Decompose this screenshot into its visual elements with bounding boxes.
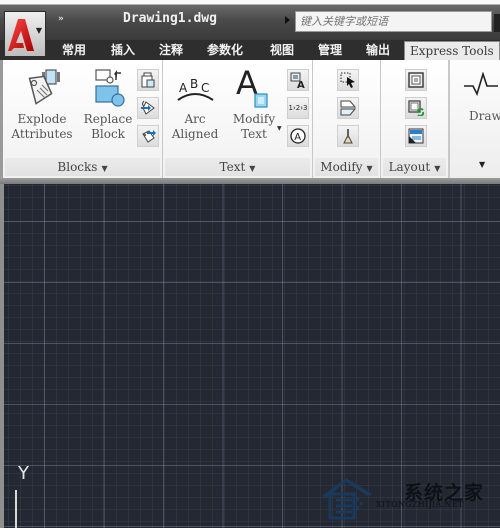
tab-home[interactable]: 常用 xyxy=(62,42,86,58)
modify-text-label-1: Modify xyxy=(232,112,276,126)
arc-aligned-glyph-c: C xyxy=(201,81,209,95)
break-line-icon xyxy=(343,129,353,144)
autocad-logo-icon xyxy=(8,19,34,51)
tab-express-tools[interactable]: Express Tools xyxy=(404,41,500,61)
modify-text-button[interactable]: A Modify Text xyxy=(227,64,281,142)
move-copy-rotate-icon xyxy=(340,72,355,88)
block-import-icon xyxy=(142,130,156,143)
panel-modify-label: Modify xyxy=(320,160,363,174)
ribbon: Explode Attributes Replace Block Blocks … xyxy=(0,60,500,178)
remote-text-icon: A xyxy=(290,72,305,88)
panel-blocks-title[interactable]: Blocks ▼ xyxy=(5,158,160,176)
ucs-y-axis-line xyxy=(15,490,17,528)
list-viewport-scale-button[interactable] xyxy=(405,125,427,147)
panel-text-label: Text xyxy=(219,160,246,174)
panel-text-title[interactable]: Text ▼ xyxy=(165,158,310,176)
application-menu-button[interactable]: ▼ xyxy=(4,11,46,57)
panel-text: A B C Arc Aligned A Modify Text ▼ A 1›2›… xyxy=(163,60,313,178)
enclose-text-icon: A xyxy=(290,128,306,144)
tab-insert[interactable]: 插入 xyxy=(111,42,135,58)
panel-modify-caret-icon: ▼ xyxy=(366,164,373,173)
enclose-text-button[interactable]: A xyxy=(287,125,309,147)
explode-attributes-button[interactable]: Explode Attributes xyxy=(9,66,75,142)
remote-text-button[interactable]: A xyxy=(287,69,309,91)
auto-number-button[interactable]: 1›2›3 xyxy=(287,97,309,119)
panel-layout-label: Layout xyxy=(388,160,431,174)
tab-annotate[interactable]: 注释 xyxy=(159,42,183,58)
tab-parametric[interactable]: 参数化 xyxy=(207,42,243,58)
explode-attributes-icon xyxy=(9,66,75,112)
block-export-button[interactable] xyxy=(137,97,159,119)
break-line-button[interactable] xyxy=(337,125,359,147)
arc-aligned-label-1: Arc xyxy=(184,112,206,126)
panel-draw-label: Draw xyxy=(469,109,500,123)
stretch-multiple-button[interactable] xyxy=(337,97,359,119)
panel-blocks-caret-icon: ▼ xyxy=(101,164,108,173)
svg-text:A: A xyxy=(294,132,301,143)
replace-block-button[interactable]: Replace Block xyxy=(81,66,135,142)
modify-text-label-2: Text xyxy=(241,127,267,141)
ucs-y-axis-label: Y xyxy=(18,463,29,484)
copy-nested-button[interactable] xyxy=(137,69,159,91)
arc-aligned-text-icon: A B C xyxy=(167,66,223,112)
tab-view[interactable]: 视图 xyxy=(270,42,294,58)
title-bar: » Drawing1.dwg xyxy=(0,0,500,40)
arc-aligned-glyph-a: A xyxy=(179,81,188,95)
copy-nested-icon xyxy=(141,72,155,88)
panel-layout-caret-icon: ▼ xyxy=(434,164,441,173)
panel-modify: Modify ▼ xyxy=(313,60,381,178)
auto-number-icon: 1›2›3 xyxy=(288,104,308,112)
panel-text-caret-icon: ▼ xyxy=(249,164,256,173)
watermark-url: XITONGZHIJIA.NET xyxy=(376,500,464,509)
move-copy-rotate-button[interactable] xyxy=(337,69,359,91)
list-viewport-scale-icon xyxy=(408,128,424,144)
app-menu-caret-icon: ▼ xyxy=(35,26,42,35)
synchronize-viewports-icon xyxy=(408,100,424,116)
align-space-button[interactable] xyxy=(405,69,427,91)
ribbon-tab-bar: 常用 插入 注释 参数化 视图 管理 输出 Express Tools xyxy=(0,40,500,61)
quick-access-overflow-icon[interactable]: » xyxy=(58,14,64,24)
replace-block-label-1: Replace xyxy=(83,112,133,126)
panel-draw-caret-icon[interactable]: ▼ xyxy=(479,160,485,169)
panel-blocks: Explode Attributes Replace Block Blocks … xyxy=(3,60,163,178)
block-export-icon xyxy=(141,100,155,115)
arc-aligned-button[interactable]: A B C Arc Aligned xyxy=(167,66,223,142)
arc-aligned-glyph-b: B xyxy=(190,77,198,91)
svg-text:A: A xyxy=(297,80,305,88)
replace-block-icon xyxy=(81,66,135,112)
panel-modify-title[interactable]: Modify ▼ xyxy=(315,158,378,176)
search-button[interactable] xyxy=(494,14,500,32)
panel-blocks-label: Blocks xyxy=(57,160,98,174)
arc-aligned-label-2: Aligned xyxy=(171,127,219,141)
stretch-multiple-icon xyxy=(340,100,356,116)
document-title: Drawing1.dwg xyxy=(123,11,217,26)
block-import-button[interactable] xyxy=(137,125,159,147)
align-space-icon xyxy=(408,72,424,88)
panel-draw[interactable]: Draw ▼ xyxy=(449,60,500,178)
explode-attributes-label-1: Explode xyxy=(17,112,67,126)
draw-breakline-icon xyxy=(464,72,498,97)
tab-manage[interactable]: 管理 xyxy=(318,42,342,58)
search-expand-icon[interactable] xyxy=(285,16,290,24)
panel-layout-title[interactable]: Layout ▼ xyxy=(383,158,446,176)
modify-text-dropdown-icon[interactable]: ▼ xyxy=(277,125,282,132)
modify-text-icon: A xyxy=(227,64,281,112)
synchronize-viewports-button[interactable] xyxy=(405,97,427,119)
search-input[interactable] xyxy=(295,11,492,32)
replace-block-label-2: Block xyxy=(91,127,125,141)
explode-attributes-label-2: Attributes xyxy=(11,127,73,141)
tab-output[interactable]: 输出 xyxy=(366,42,390,58)
panel-layout: Layout ▼ xyxy=(381,60,449,178)
